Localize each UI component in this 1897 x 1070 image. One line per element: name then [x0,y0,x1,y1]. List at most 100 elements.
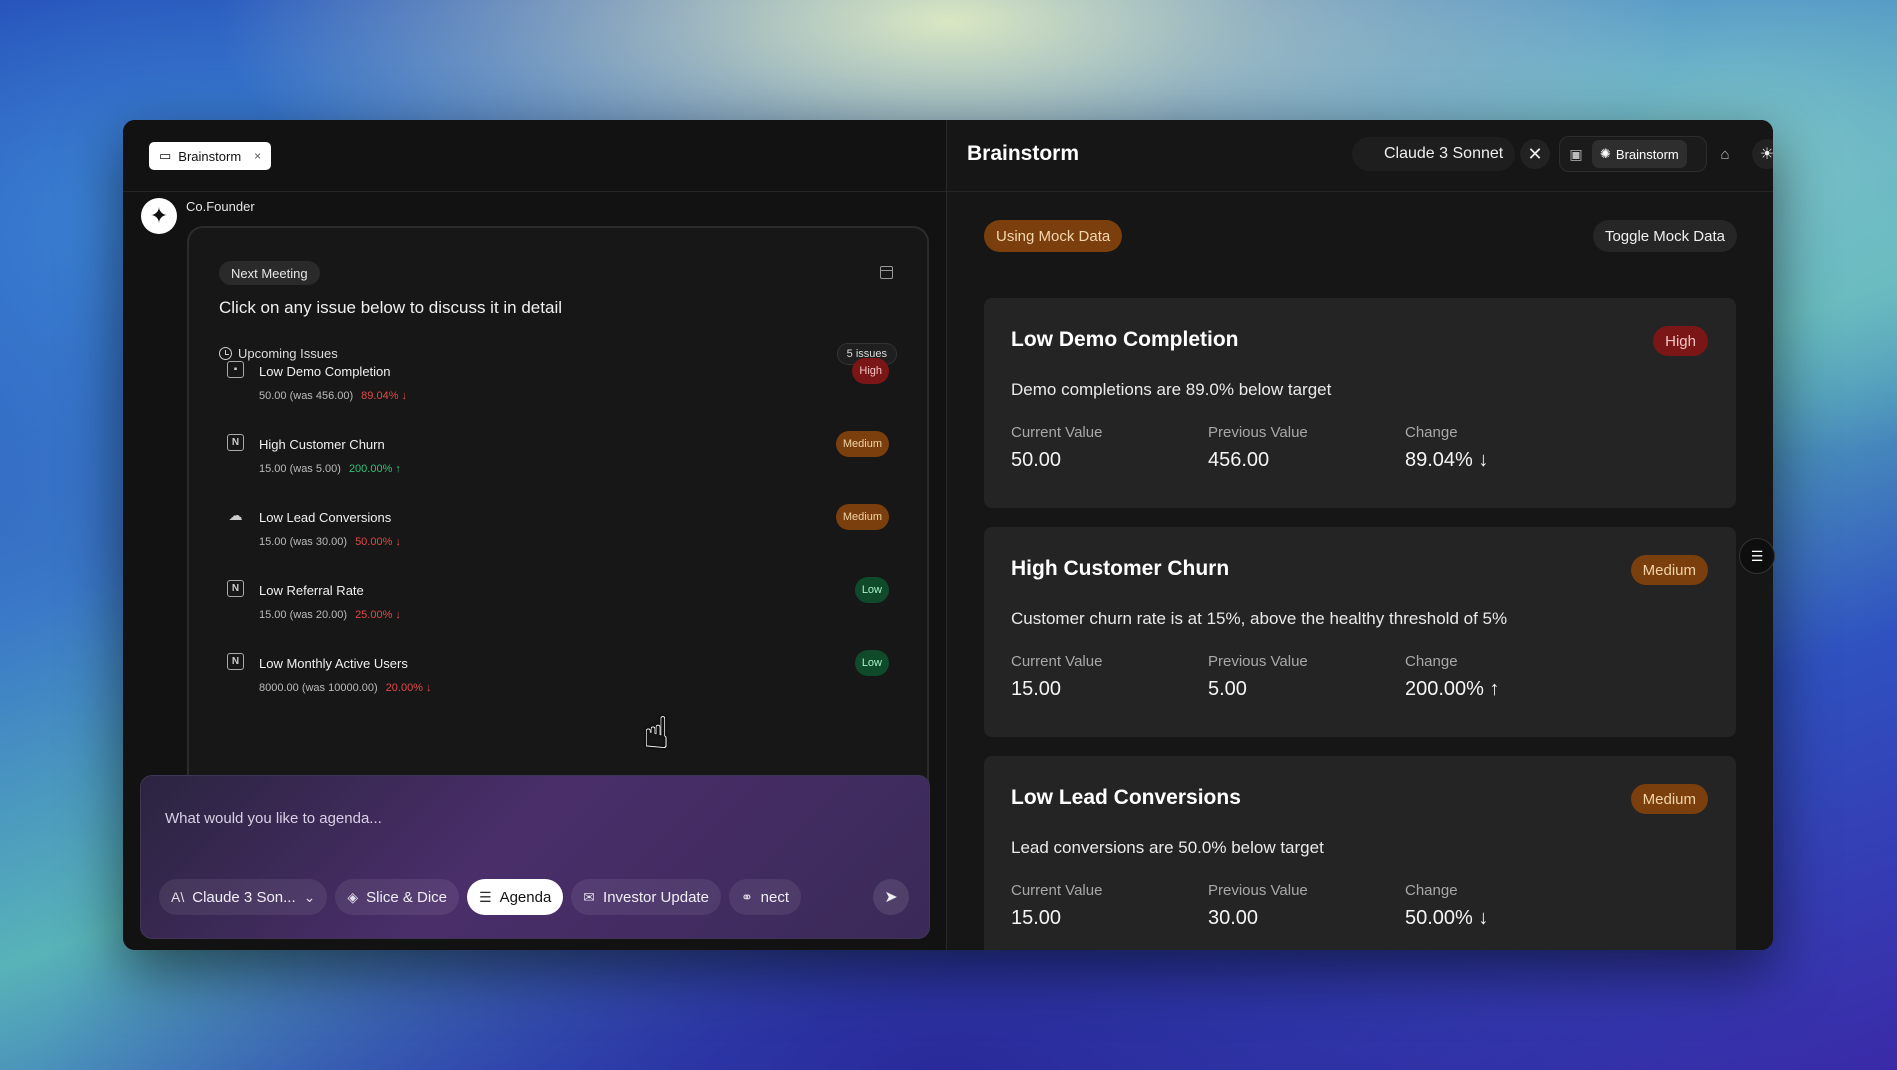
issue-values: 15.00 (was 5.00) [259,463,341,475]
connect-button[interactable]: ⚭ nect [728,879,802,915]
slack-icon: ▪ [227,361,244,378]
issue-change: 200.00% ↑ [348,463,401,475]
severity-badge: Medium [1630,784,1708,814]
issue-row[interactable]: N Low Referral Rate 15.00 (was 20.00) 25… [227,577,897,637]
issue-change: 50.00% ↓ [355,536,401,548]
brainstorm-pane: Brainstorm Claude 3 Sonnet ✕ ▣ ✺ Brainst… [947,120,1773,950]
card-title: Low Demo Completion [1011,328,1239,351]
issue-row[interactable]: N High Customer Churn 15.00 (was 5.00) 2… [227,431,897,491]
issue-values-row: 50.00 (was 456.00) 89.04% ↓ [259,390,407,402]
notion-icon: N [227,434,244,451]
chat-bubble-icon: ▭ [159,148,172,163]
metric-value: 50.00 [1011,449,1062,471]
model-selector[interactable]: Claude 3 Sonnet [1352,137,1516,171]
chat-pane: ▭ Brainstorm × ✦ Co.Founder Next Meeting… [123,120,947,950]
severity-badge: Medium [1630,555,1708,585]
meeting-instruction: Click on any issue below to discuss it i… [219,298,562,317]
card-description: Customer churn rate is at 15%, above the… [1011,609,1508,628]
right-header: Brainstorm Claude 3 Sonnet ✕ ▣ ✺ Brainst… [947,120,1773,192]
metric-value: 456.00 [1208,449,1270,471]
brain-icon: ✺ [1600,146,1611,161]
model-select[interactable]: A\ Claude 3 Son... ⌄ [159,879,328,915]
list-icon: ☰ [479,888,492,905]
mode-brainstorm-label: Brainstorm [1615,146,1679,162]
issue-name: Low Referral Rate [259,583,364,598]
mail-icon: ✉ [583,888,596,905]
close-icon[interactable]: ✕ [1520,139,1550,169]
metric-label: Previous Value [1208,653,1308,670]
issue-values-row: 15.00 (was 5.00) 200.00% ↑ [259,463,401,475]
change-metric: Change 50.00% ↓ [1405,882,1488,930]
card-title: Low Lead Conversions [1011,786,1241,809]
agenda-label: Agenda [499,888,552,906]
metric-value: 200.00% ↑ [1405,678,1500,700]
issue-values: 15.00 (was 30.00) [259,536,348,548]
previous-metric: Previous Value 456.00 [1208,424,1308,472]
metric-value: 15.00 [1011,678,1062,700]
metric-value: 50.00% ↓ [1405,907,1489,929]
metric-label: Previous Value [1208,424,1308,441]
issue-row[interactable]: N Low Monthly Active Users 8000.00 (was … [227,650,897,710]
issue-values-row: 8000.00 (was 10000.00) 20.00% ↓ [259,682,432,694]
card-title: High Customer Churn [1011,557,1230,580]
investor-update-label: Investor Update [603,888,709,906]
metric-label: Current Value [1011,653,1103,670]
issue-card[interactable]: Low Demo Completion High Demo completion… [984,298,1736,508]
card-description: Lead conversions are 50.0% below target [1011,838,1324,857]
page-title: Brainstorm [967,142,1080,165]
calendar-icon[interactable] [880,266,893,279]
severity-badge: Medium [835,431,889,457]
toggle-mock-data-button[interactable]: Toggle Mock Data [1592,220,1737,252]
left-header: ▭ Brainstorm × [123,120,946,192]
connect-label: nect [760,888,790,906]
severity-badge: Low [854,577,889,603]
issue-card[interactable]: High Customer Churn Medium Customer chur… [984,527,1736,737]
issue-name: Low Demo Completion [259,364,391,379]
composer-input[interactable]: What would you like to agenda... [165,810,382,827]
issue-change: 89.04% ↓ [361,390,408,402]
composer: What would you like to agenda... A\ Clau… [140,775,930,939]
model-select-label: Claude 3 Son... [192,888,296,906]
hand-cursor-icon: ☝ [643,709,670,758]
issue-row[interactable]: ▪ Low Demo Completion 50.00 (was 456.00)… [227,358,897,418]
metric-label: Current Value [1011,882,1103,899]
filter-icon[interactable]: ☰ [1739,538,1775,574]
notion-icon: N [227,653,244,670]
issue-change: 20.00% ↓ [385,682,432,694]
app-window: ▭ Brainstorm × ✦ Co.Founder Next Meeting… [123,120,1773,950]
tab-label: Brainstorm [178,148,242,164]
issue-values-row: 15.00 (was 20.00) 25.00% ↓ [259,609,401,621]
tab-brainstorm[interactable]: ▭ Brainstorm × [149,142,272,170]
cofounder-avatar-icon: ✦ [141,198,177,234]
tab-close-icon[interactable]: × [254,149,261,163]
metric-label: Previous Value [1208,882,1308,899]
notion-icon: N [227,580,244,597]
slice-dice-button[interactable]: ◈ Slice & Dice [335,879,460,915]
metric-value: 30.00 [1208,907,1259,929]
metric-label: Current Value [1011,424,1103,441]
investor-update-button[interactable]: ✉ Investor Update [571,879,721,915]
issue-card[interactable]: Low Lead Conversions Medium Lead convers… [984,756,1736,950]
chevron-down-icon: ⌄ [303,888,316,905]
send-icon[interactable]: ➤ [873,879,909,915]
anthropic-icon: A\ [171,889,185,905]
layout-icon[interactable]: ▣ [1563,140,1589,168]
change-metric: Change 89.04% ↓ [1405,424,1488,472]
gamepad-icon[interactable]: ⌂ [1707,136,1743,172]
issue-name: Low Monthly Active Users [259,656,408,671]
mode-brainstorm[interactable]: ✺ Brainstorm [1592,140,1687,168]
sun-icon[interactable]: ☀ [1752,139,1773,169]
issue-name: High Customer Churn [259,437,385,452]
agenda-button[interactable]: ☰ Agenda [467,879,564,915]
composer-chips: A\ Claude 3 Son... ⌄ ◈ Slice & Dice ☰ Ag… [159,879,802,915]
slice-dice-label: Slice & Dice [366,888,448,906]
current-metric: Current Value 15.00 [1011,882,1102,930]
metric-value: 89.04% ↓ [1405,449,1489,471]
assistant-name: Co.Founder [186,199,255,214]
issue-row[interactable]: ☁ Low Lead Conversions 15.00 (was 30.00)… [227,504,897,564]
severity-badge: Medium [835,504,889,530]
previous-metric: Previous Value 5.00 [1208,653,1308,701]
issue-name: Low Lead Conversions [259,510,392,525]
meeting-card: Next Meeting Click on any issue below to… [187,226,929,786]
layers-icon: ◈ [347,888,359,905]
